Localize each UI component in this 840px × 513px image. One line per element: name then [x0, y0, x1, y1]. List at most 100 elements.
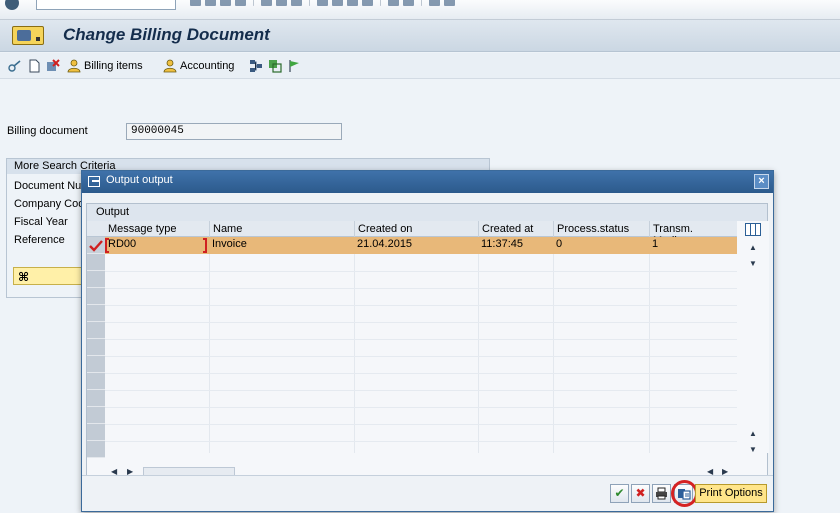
column-divider	[209, 237, 210, 453]
confirm-button[interactable]: ✔	[610, 484, 629, 503]
cell-message-type[interactable]: RD00	[105, 238, 139, 250]
row-selector[interactable]	[87, 390, 105, 407]
document-number-label: Document Nu	[14, 180, 82, 192]
shortcut-icon[interactable]	[403, 0, 414, 6]
system-icons	[190, 0, 455, 8]
flag-icon[interactable]	[287, 59, 301, 73]
first-page-icon[interactable]	[317, 0, 328, 6]
command-field[interactable]	[36, 0, 176, 10]
separator	[309, 0, 310, 6]
print-options-button[interactable]: Print Options	[695, 484, 767, 503]
row-divider	[105, 373, 737, 374]
help-icon[interactable]	[429, 0, 440, 6]
cell-created-on[interactable]: 21.04.2015	[354, 238, 415, 250]
dialog-title-bar: Output output ×	[82, 171, 773, 193]
page-title: Change Billing Document	[63, 25, 270, 44]
row-divider	[105, 441, 737, 442]
row-selector[interactable]	[87, 271, 105, 288]
cancel-icon[interactable]	[235, 0, 246, 6]
row-selector[interactable]	[87, 424, 105, 441]
person-icon	[163, 59, 177, 73]
new-session-icon[interactable]	[388, 0, 399, 6]
separator	[380, 0, 381, 6]
document-flow-icon[interactable]	[249, 59, 263, 73]
col-created-at[interactable]: Created at	[478, 221, 553, 237]
grid-header: Message type Name Created on Created at …	[87, 221, 737, 247]
separator	[421, 0, 422, 6]
cell-transm-medium[interactable]: 1	[649, 238, 661, 250]
row-selector[interactable]	[87, 441, 105, 458]
layout-icon[interactable]	[444, 0, 455, 6]
cell-name[interactable]: Invoice	[209, 238, 250, 250]
row-divider	[105, 305, 737, 306]
row-selector[interactable]	[87, 407, 105, 424]
col-message-type[interactable]: Message type	[105, 221, 209, 237]
billing-document-label: Billing document	[7, 125, 88, 137]
dialog-title: Output output	[106, 174, 173, 186]
row-selector[interactable]	[87, 356, 105, 373]
row-selector[interactable]	[87, 339, 105, 356]
cancel-document-icon[interactable]	[46, 59, 60, 73]
print-preview-button[interactable]	[652, 484, 671, 503]
binoculars-icon: ⌘	[18, 270, 30, 284]
selection-bracket	[203, 238, 207, 253]
row-selector[interactable]	[87, 237, 105, 254]
title-bar: Change Billing Document	[0, 20, 840, 52]
cell-process-status[interactable]: 0	[553, 238, 565, 250]
back-icon[interactable]	[205, 0, 216, 6]
last-page-icon[interactable]	[362, 0, 373, 6]
find-icon[interactable]	[276, 0, 287, 6]
vertical-scrollbar[interactable]: ▲ ▼ ▲ ▼	[737, 221, 769, 454]
scroll-down-icon[interactable]: ▼	[749, 259, 757, 268]
column-divider	[553, 237, 554, 453]
enter-icon[interactable]	[5, 0, 19, 10]
output-dialog: Output output × Output Message type Name…	[81, 170, 774, 512]
row-divider	[105, 322, 737, 323]
scroll-up-icon[interactable]: ▲	[749, 429, 757, 438]
new-document-icon[interactable]	[27, 59, 41, 73]
row-selector[interactable]	[87, 305, 105, 322]
accounting-button[interactable]: Accounting	[163, 58, 234, 74]
col-created-on[interactable]: Created on	[354, 221, 478, 237]
print-icon[interactable]	[261, 0, 272, 6]
previous-page-icon[interactable]	[332, 0, 343, 6]
menu-icon[interactable]	[12, 26, 44, 45]
row-divider	[105, 288, 737, 289]
col-name[interactable]: Name	[209, 221, 354, 237]
checkmark-icon	[89, 240, 103, 252]
output-grid: Output Message type Name Created on Crea…	[86, 203, 769, 483]
save-icon[interactable]	[190, 0, 201, 6]
find-next-icon[interactable]	[291, 0, 302, 6]
billing-items-button[interactable]: Billing items	[67, 58, 143, 74]
application-toolbar: Billing items Accounting	[0, 53, 840, 79]
row-selector[interactable]	[87, 322, 105, 339]
row-divider	[105, 356, 737, 357]
close-icon: ✖	[635, 486, 646, 500]
row-divider	[105, 339, 737, 340]
next-page-icon[interactable]	[347, 0, 358, 6]
display-change-icon[interactable]	[8, 59, 22, 73]
dialog-footer: ✔ ✖ Print Options	[82, 475, 773, 511]
exit-icon[interactable]	[220, 0, 231, 6]
row-selector[interactable]	[87, 288, 105, 305]
table-row[interactable]: RD00 Invoice 21.04.2015 11:37:45 0 1	[105, 237, 737, 254]
highlight-ring	[671, 480, 698, 507]
col-process-status[interactable]: Process.status	[553, 221, 649, 237]
column-divider	[649, 237, 650, 453]
col-transm-medium[interactable]: Transm. Medium	[649, 221, 737, 247]
grid-caption: Output	[87, 204, 767, 221]
billing-document-field[interactable]: 90000045	[126, 123, 342, 140]
cancel-button[interactable]: ✖	[631, 484, 650, 503]
row-selector[interactable]	[87, 254, 105, 271]
scroll-up-icon[interactable]: ▲	[749, 243, 757, 252]
close-icon[interactable]: ×	[754, 174, 769, 189]
column-divider	[478, 237, 479, 453]
accounting-label: Accounting	[180, 60, 235, 72]
separator	[253, 0, 254, 6]
scroll-down-icon[interactable]: ▼	[749, 445, 757, 454]
status-overview-icon[interactable]	[268, 59, 282, 73]
system-toolbar	[0, 0, 840, 20]
column-layout-icon[interactable]	[745, 223, 761, 236]
cell-created-at[interactable]: 11:37:45	[478, 238, 526, 250]
row-selector[interactable]	[87, 373, 105, 390]
